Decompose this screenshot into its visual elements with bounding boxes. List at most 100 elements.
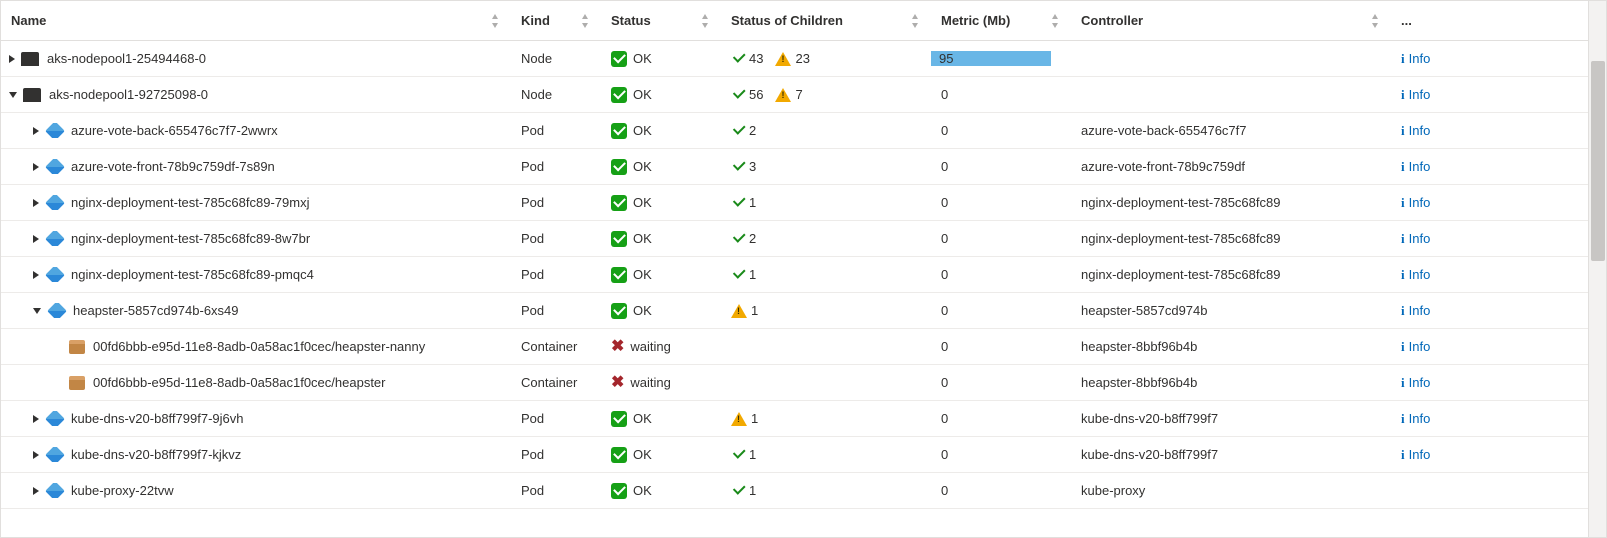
table-row[interactable]: 00fd6bbb-e95d-11e8-8adb-0a58ac1f0cec/hea… (1, 365, 1588, 401)
children-ok-count: 1 (749, 447, 756, 462)
col-header-kind[interactable]: Kind (511, 13, 601, 28)
status-ok-icon (611, 231, 627, 247)
kind-cell: Pod (511, 411, 601, 426)
tree-grid: Name Kind Status Status of Children Metr… (0, 0, 1607, 538)
table-row[interactable]: kube-dns-v20-b8ff799f7-kjkvzPodOK 10kube… (1, 437, 1588, 473)
name-cell[interactable]: 00fd6bbb-e95d-11e8-8adb-0a58ac1f0cec/hea… (1, 375, 511, 390)
status-ok-icon (611, 411, 627, 427)
col-header-kind-label: Kind (521, 13, 550, 28)
controller-cell: azure-vote-front-78b9c759df (1071, 159, 1391, 174)
status-cell: OK (601, 303, 721, 319)
status-label: OK (633, 447, 652, 462)
table-row[interactable]: kube-dns-v20-b8ff799f7-9j6vhPodOK 10kube… (1, 401, 1588, 437)
children-warn-count: 23 (795, 51, 809, 66)
node-icon (21, 52, 39, 66)
table-row[interactable]: aks-nodepool1-92725098-0NodeOK 56 70i In… (1, 77, 1588, 113)
expand-caret-icon[interactable] (33, 451, 39, 459)
col-header-name[interactable]: Name (1, 13, 511, 28)
kind-cell: Node (511, 87, 601, 102)
col-header-more[interactable]: ... (1391, 13, 1588, 28)
expand-caret-icon[interactable] (33, 199, 39, 207)
table-row[interactable]: aks-nodepool1-25494468-0NodeOK 43 2395i … (1, 41, 1588, 77)
table-row[interactable]: 00fd6bbb-e95d-11e8-8adb-0a58ac1f0cec/hea… (1, 329, 1588, 365)
expand-caret-icon[interactable] (33, 415, 39, 423)
status-label: OK (633, 267, 652, 282)
expand-caret-icon[interactable] (33, 271, 39, 279)
kind-cell: Pod (511, 303, 601, 318)
name-cell[interactable]: aks-nodepool1-92725098-0 (1, 87, 511, 102)
children-status-cell: 1 (721, 267, 931, 282)
info-icon: i (1401, 123, 1405, 139)
info-cell[interactable]: i Info (1391, 339, 1588, 355)
vertical-scrollbar[interactable] (1588, 1, 1606, 537)
name-cell[interactable]: nginx-deployment-test-785c68fc89-pmqc4 (1, 267, 511, 282)
name-cell[interactable]: nginx-deployment-test-785c68fc89-8w7br (1, 231, 511, 246)
name-cell[interactable]: azure-vote-front-78b9c759df-7s89n (1, 159, 511, 174)
table-row[interactable]: heapster-5857cd974b-6xs49PodOK 10heapste… (1, 293, 1588, 329)
check-ok-icon (731, 232, 745, 246)
controller-cell: kube-dns-v20-b8ff799f7 (1071, 447, 1391, 462)
table-row[interactable]: nginx-deployment-test-785c68fc89-79mxjPo… (1, 185, 1588, 221)
col-header-metric[interactable]: Metric (Mb) (931, 13, 1071, 28)
scrollbar-thumb[interactable] (1591, 61, 1605, 261)
container-icon (69, 340, 85, 354)
row-name-label: nginx-deployment-test-785c68fc89-8w7br (71, 231, 310, 246)
check-ok-icon (731, 52, 745, 66)
name-cell[interactable]: nginx-deployment-test-785c68fc89-79mxj (1, 195, 511, 210)
status-cell: ✖waiting (601, 375, 721, 391)
status-label: OK (633, 87, 652, 102)
info-cell[interactable]: i Info (1391, 195, 1588, 211)
expand-caret-icon[interactable] (33, 487, 39, 495)
table-row[interactable]: nginx-deployment-test-785c68fc89-8w7brPo… (1, 221, 1588, 257)
status-ok-icon (611, 483, 627, 499)
name-cell[interactable]: kube-proxy-22tvw (1, 483, 511, 498)
col-header-children[interactable]: Status of Children (721, 13, 931, 28)
status-label: OK (633, 159, 652, 174)
status-ok-icon (611, 447, 627, 463)
name-cell[interactable]: kube-dns-v20-b8ff799f7-9j6vh (1, 411, 511, 426)
info-cell[interactable]: i Info (1391, 267, 1588, 283)
col-header-metric-label: Metric (Mb) (941, 13, 1010, 28)
children-ok-count: 1 (749, 195, 756, 210)
expand-caret-icon[interactable] (33, 235, 39, 243)
info-icon: i (1401, 339, 1405, 355)
status-ok-icon (611, 51, 627, 67)
check-ok-icon (731, 88, 745, 102)
kind-cell: Pod (511, 159, 601, 174)
table-row[interactable]: azure-vote-back-655476c7f7-2wwrxPodOK 20… (1, 113, 1588, 149)
name-cell[interactable]: 00fd6bbb-e95d-11e8-8adb-0a58ac1f0cec/hea… (1, 339, 511, 354)
status-label: OK (633, 123, 652, 138)
info-cell[interactable]: i Info (1391, 123, 1588, 139)
name-cell[interactable]: kube-dns-v20-b8ff799f7-kjkvz (1, 447, 511, 462)
expand-caret-icon[interactable] (33, 308, 41, 314)
table-row[interactable]: azure-vote-front-78b9c759df-7s89nPodOK 3… (1, 149, 1588, 185)
pod-icon (45, 267, 65, 282)
table-row[interactable]: nginx-deployment-test-785c68fc89-pmqc4Po… (1, 257, 1588, 293)
expand-caret-icon[interactable] (33, 163, 39, 171)
info-cell[interactable]: i Info (1391, 375, 1588, 391)
info-cell[interactable]: i Info (1391, 87, 1588, 103)
expand-caret-icon[interactable] (33, 127, 39, 135)
col-header-controller[interactable]: Controller (1071, 13, 1391, 28)
name-cell[interactable]: heapster-5857cd974b-6xs49 (1, 303, 511, 318)
status-cell: OK (601, 411, 721, 427)
metric-cell: 95 (931, 51, 1071, 66)
metric-cell: 0 (931, 303, 1071, 318)
children-ok-count: 56 (749, 87, 763, 102)
info-cell[interactable]: i Info (1391, 231, 1588, 247)
info-cell[interactable]: i Info (1391, 411, 1588, 427)
expand-caret-icon[interactable] (9, 92, 17, 98)
status-error-icon: ✖ (611, 339, 624, 355)
name-cell[interactable]: aks-nodepool1-25494468-0 (1, 51, 511, 66)
row-name-label: nginx-deployment-test-785c68fc89-79mxj (71, 195, 309, 210)
name-cell[interactable]: azure-vote-back-655476c7f7-2wwrx (1, 123, 511, 138)
table-row[interactable]: kube-proxy-22tvwPodOK 10kube-proxy (1, 473, 1588, 509)
status-label: OK (633, 411, 652, 426)
expand-caret-icon[interactable] (9, 55, 15, 63)
col-header-status[interactable]: Status (601, 13, 721, 28)
info-cell[interactable]: i Info (1391, 159, 1588, 175)
info-cell[interactable]: i Info (1391, 303, 1588, 319)
info-cell[interactable]: i Info (1391, 51, 1588, 67)
children-ok-count: 2 (749, 123, 756, 138)
info-cell[interactable]: i Info (1391, 447, 1588, 463)
